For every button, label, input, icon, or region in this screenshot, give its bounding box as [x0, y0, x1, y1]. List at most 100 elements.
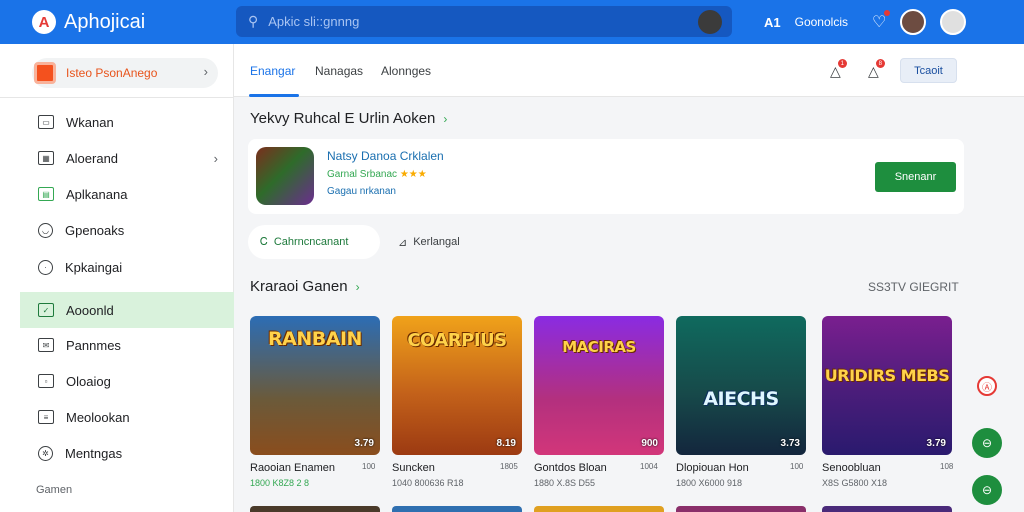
sidebar-item-9[interactable]: ≡ Meolookan: [20, 399, 234, 435]
smile-icon: ◡: [38, 222, 53, 238]
chip-label: Kerlangal: [413, 236, 460, 248]
featured-app-category: Garnal Srbanac: [327, 169, 398, 180]
game-price: 8.19: [496, 438, 516, 449]
game-card[interactable]: URIDIRS MEBS 3.79: [822, 316, 952, 455]
search-icon: ⚲: [248, 13, 259, 29]
sidebar-item-4[interactable]: ◡ Gpenoaks: [20, 212, 234, 248]
report-icon[interactable]: Ⓐ: [977, 376, 997, 396]
header-action-button[interactable]: Tcaoit: [900, 58, 957, 83]
game-price: 3.79: [926, 438, 946, 449]
install-button[interactable]: Snenanr: [875, 162, 956, 192]
sidebar-item-label: Meolookan: [66, 409, 130, 425]
avatar[interactable]: [900, 9, 927, 35]
calendar-icon: ▦: [38, 151, 54, 165]
game-title[interactable]: Raooian Enamen: [250, 462, 335, 474]
sidebar-item-3[interactable]: ▤ Aplkanana: [20, 176, 234, 212]
game-art-title: AIECHS: [703, 388, 779, 410]
notification-icon[interactable]: △ 1: [830, 59, 847, 80]
sidebar-item-label: Oloaiog: [66, 373, 111, 389]
sidebar-item-label: Kpkaingai: [65, 259, 123, 275]
document-icon: ≡: [38, 410, 54, 424]
game-stats: 1800 K8Z8 2 8: [250, 478, 310, 488]
sidebar-item-label: Aooonld: [66, 302, 114, 318]
search-input[interactable]: [268, 14, 669, 29]
settings-icon: ✲: [38, 445, 53, 461]
chip-label: Cahrncncanant: [273, 236, 349, 248]
sidebar-item-2[interactable]: ▦ Aloerand ›: [20, 140, 234, 176]
search-avatar[interactable]: [698, 10, 722, 34]
game-card-peek[interactable]: [534, 506, 664, 512]
filter-chip-1[interactable]: Ꮯ Cahrncncanant: [248, 225, 380, 259]
chevron-right-icon: ›: [213, 150, 218, 166]
sidebar-item-1[interactable]: ▭ Wkanan: [20, 104, 234, 140]
alert-badge: 8: [875, 59, 885, 68]
game-title[interactable]: Gontdos Bloan: [534, 462, 607, 474]
game-size: 108: [940, 462, 954, 471]
tab-enangar[interactable]: Enangar: [250, 64, 295, 78]
game-title[interactable]: Suncken: [392, 462, 435, 474]
circle-dot-icon: ·: [38, 259, 53, 275]
game-card-peek[interactable]: [250, 506, 380, 512]
checkbox-icon: ✓: [38, 303, 54, 317]
share-button[interactable]: ⊖: [972, 428, 1002, 458]
section-title-games[interactable]: Kraraoi Ganen ›: [250, 278, 360, 295]
game-card[interactable]: AIECHS 3.73: [676, 316, 806, 455]
scroll-button[interactable]: ⊖: [972, 475, 1002, 505]
sidebar-item-6[interactable]: ✓ Aooonld: [20, 292, 234, 328]
filter-chip-2[interactable]: ⊿ Kerlangal: [390, 225, 500, 259]
sidebar-item-label: Wkanan: [66, 114, 114, 130]
see-all-link[interactable]: SS3TV GIEGRIT: [868, 280, 959, 294]
content-header: Enangar Nanagas Alonnges △ 1 △ 8 Tcaoit: [234, 44, 1024, 97]
game-price: 3.73: [780, 438, 800, 449]
sidebar-item-label: Mentngas: [65, 445, 123, 461]
section-title-text: Kraraoi Ganen: [250, 278, 348, 295]
bell-icon[interactable]: ♡: [872, 10, 891, 32]
game-title[interactable]: Senoobluan: [822, 462, 881, 474]
chip-icon: ⊿: [398, 236, 408, 249]
tab-alonnges[interactable]: Alonnges: [381, 64, 431, 78]
game-card-peek[interactable]: [822, 506, 952, 512]
game-stats: X8S G5800 X18: [822, 478, 888, 488]
sidebar-item-label: Aloerand: [66, 150, 119, 166]
sidebar-item-7[interactable]: ✉ Pannmes: [20, 327, 234, 363]
sidebar-item-8[interactable]: ▫ Oloaiog: [20, 363, 234, 399]
top-right-actions: A1 Goonolcis ♡: [764, 0, 967, 44]
brand-link[interactable]: Goonolcis: [795, 15, 848, 29]
notification-dot: [884, 10, 891, 16]
featured-app-subtitle: Garnal Srbanac ★★★: [327, 169, 427, 180]
chevron-right-icon: ›: [355, 280, 360, 294]
divider: [0, 97, 234, 98]
game-size: 1805: [500, 462, 518, 471]
game-card[interactable]: MACIRAS 900: [534, 316, 664, 455]
game-card-peek[interactable]: [392, 506, 522, 512]
sidebar-item-label: Aplkanana: [66, 186, 128, 202]
game-title[interactable]: Dlopiouan Hon: [676, 462, 749, 474]
monitor-icon: ▭: [38, 115, 54, 129]
game-size: 1004: [640, 462, 658, 471]
app-selector-label: Isteo PsonAnego: [66, 66, 158, 80]
profile-avatar[interactable]: [940, 9, 967, 35]
search-bar[interactable]: ⚲: [236, 6, 732, 37]
chevron-right-icon: ›: [443, 112, 448, 126]
sidebar-item-10[interactable]: ✲ Mentngas: [20, 435, 234, 471]
game-size: 100: [790, 462, 804, 471]
top-app-bar: A Aphojicai ⚲ A1 Goonolcis ♡: [0, 0, 1024, 44]
game-art-title: RANBAIN: [268, 328, 362, 350]
game-card-peek[interactable]: [676, 506, 806, 512]
section-title[interactable]: Yekvy Ruhcal E Urlin Aoken ›: [250, 110, 447, 127]
game-card[interactable]: RANBAIN 3.79: [250, 316, 380, 455]
sidebar-item-5[interactable]: · Kpkaingai: [20, 249, 234, 285]
app-name: Aphojicai: [64, 10, 146, 33]
chevron-right-icon: ›: [203, 64, 208, 79]
app-selector[interactable]: Isteo PsonAnego ›: [32, 58, 218, 88]
featured-app-card[interactable]: Natsy Danoa Crklalen Garnal Srbanac ★★★ …: [248, 139, 964, 214]
game-card[interactable]: COARPIUS 8.19: [392, 316, 522, 455]
app-logo[interactable]: A Aphojicai: [32, 10, 145, 34]
sidebar: Isteo PsonAnego › ▭ Wkanan ▦ Aloerand › …: [0, 44, 234, 512]
alert-icon[interactable]: △ 8: [868, 59, 885, 80]
chart-icon: ▤: [38, 187, 54, 201]
game-art-title: MACIRAS: [562, 338, 636, 356]
tab-nanagas[interactable]: Nanagas: [315, 64, 363, 78]
sidebar-item-label: Pannmes: [66, 337, 121, 353]
sidebar-item-label: Gpenoaks: [65, 222, 125, 238]
